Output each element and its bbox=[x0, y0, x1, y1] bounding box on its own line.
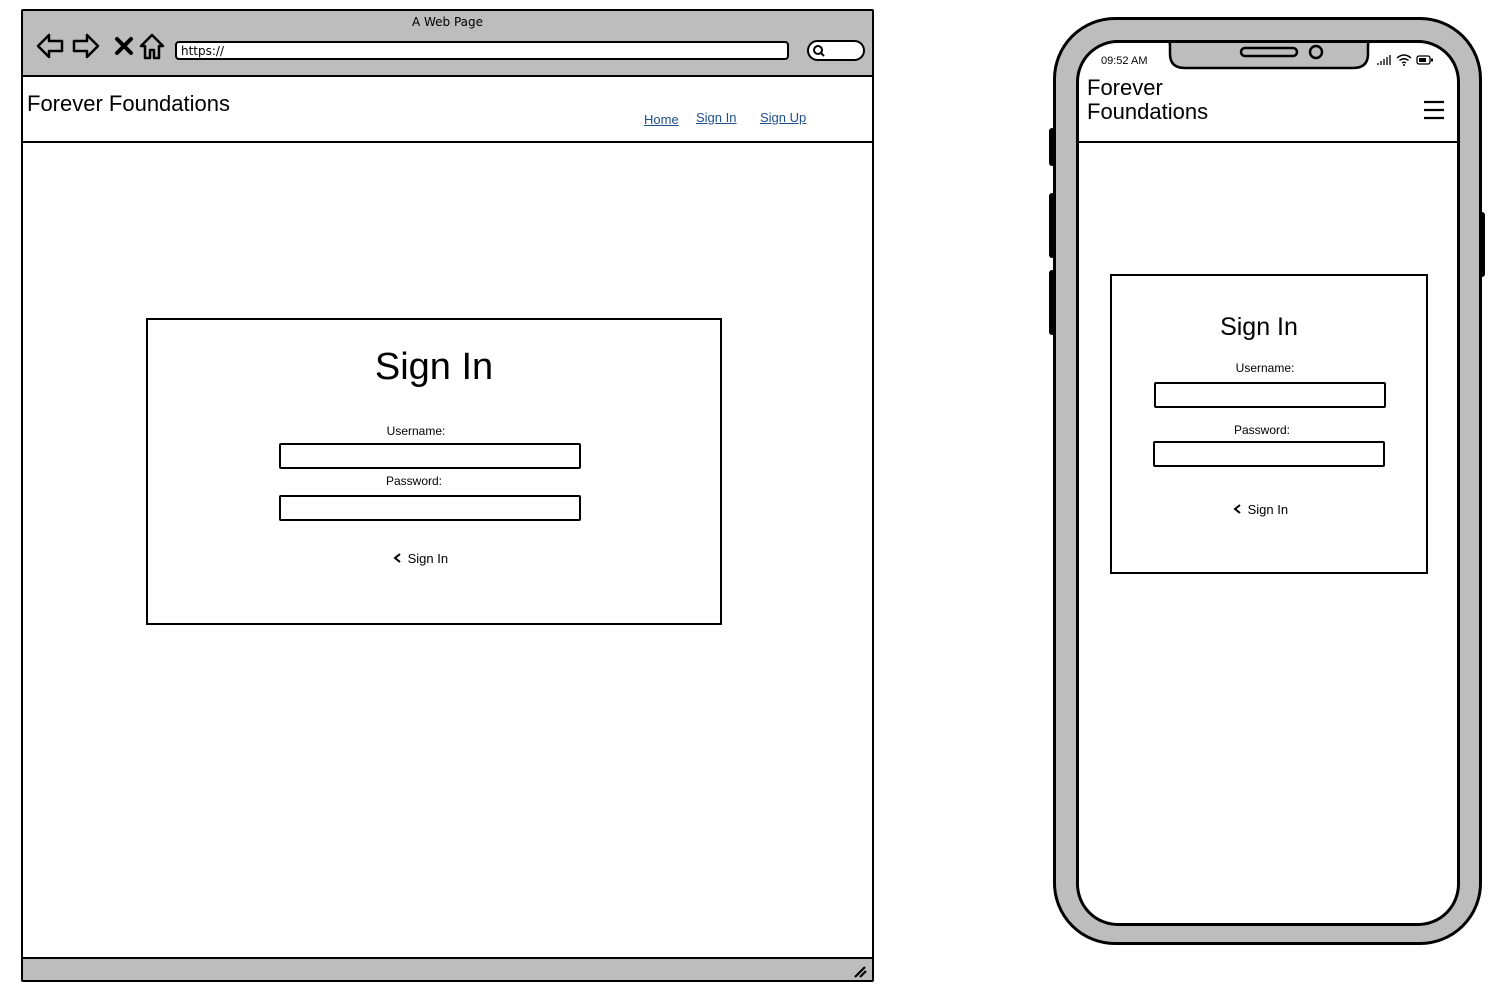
browser-status-bar bbox=[23, 957, 872, 980]
home-icon[interactable] bbox=[137, 31, 167, 61]
browser-search-button[interactable] bbox=[807, 40, 865, 61]
username-input[interactable] bbox=[279, 443, 581, 469]
phone-time: 09:52 AM bbox=[1101, 55, 1148, 67]
phone-notch bbox=[1168, 43, 1370, 70]
search-icon bbox=[813, 45, 825, 57]
signin-title: Sign In bbox=[374, 346, 494, 388]
url-input[interactable]: https:// bbox=[175, 41, 789, 60]
nav-link-sign-up[interactable]: Sign Up bbox=[760, 110, 806, 125]
forward-arrow-icon[interactable] bbox=[71, 31, 101, 61]
mobile-username-input[interactable] bbox=[1154, 382, 1386, 408]
site-brand[interactable]: Forever Foundations bbox=[27, 91, 230, 117]
chevron-left-icon bbox=[393, 553, 401, 563]
battery-icon bbox=[1416, 55, 1433, 65]
mobile-signin-submit-label: Sign In bbox=[1247, 502, 1289, 517]
mobile-username-label: Username: bbox=[1235, 361, 1295, 375]
mobile-password-input[interactable] bbox=[1153, 441, 1385, 467]
nav-link-sign-in[interactable]: Sign In bbox=[696, 110, 736, 125]
browser-toolbar: A Web Page https:// bbox=[23, 11, 872, 77]
browser-window: A Web Page https:// Forever Foundations … bbox=[21, 9, 874, 982]
phone-screen: 09:52 AM Forever Foundations Sign In Use… bbox=[1076, 40, 1460, 926]
back-arrow-icon[interactable] bbox=[35, 31, 65, 61]
resize-grip-icon[interactable] bbox=[852, 964, 868, 978]
mobile-brand-line-2: Foundations bbox=[1087, 99, 1209, 124]
mobile-signin-card: Sign In Username: Password: Sign In bbox=[1110, 274, 1428, 574]
signin-submit-button[interactable]: Sign In bbox=[392, 551, 448, 566]
site-header: Forever Foundations Home Sign In Sign Up bbox=[23, 77, 872, 143]
mobile-site-brand[interactable]: Forever Foundations bbox=[1087, 76, 1208, 124]
signin-submit-label: Sign In bbox=[407, 551, 449, 566]
password-input[interactable] bbox=[279, 495, 581, 521]
signin-card: Sign In Username: Password: Sign In bbox=[146, 318, 722, 625]
nav-link-home[interactable]: Home bbox=[644, 112, 679, 127]
hamburger-menu-icon[interactable] bbox=[1422, 99, 1446, 121]
mobile-signin-title: Sign In bbox=[1220, 313, 1298, 341]
signal-icon bbox=[1377, 55, 1391, 65]
mobile-brand-line-1: Forever bbox=[1087, 75, 1163, 100]
chevron-left-icon bbox=[1233, 504, 1241, 514]
wifi-icon bbox=[1396, 54, 1412, 66]
password-label: Password: bbox=[385, 474, 443, 488]
close-icon[interactable] bbox=[109, 31, 139, 61]
mobile-password-label: Password: bbox=[1233, 423, 1291, 437]
mobile-header: Forever Foundations bbox=[1079, 76, 1457, 143]
window-title: A Web Page bbox=[411, 15, 484, 29]
username-label: Username: bbox=[386, 424, 446, 438]
mobile-signin-submit-button[interactable]: Sign In bbox=[1232, 502, 1288, 517]
